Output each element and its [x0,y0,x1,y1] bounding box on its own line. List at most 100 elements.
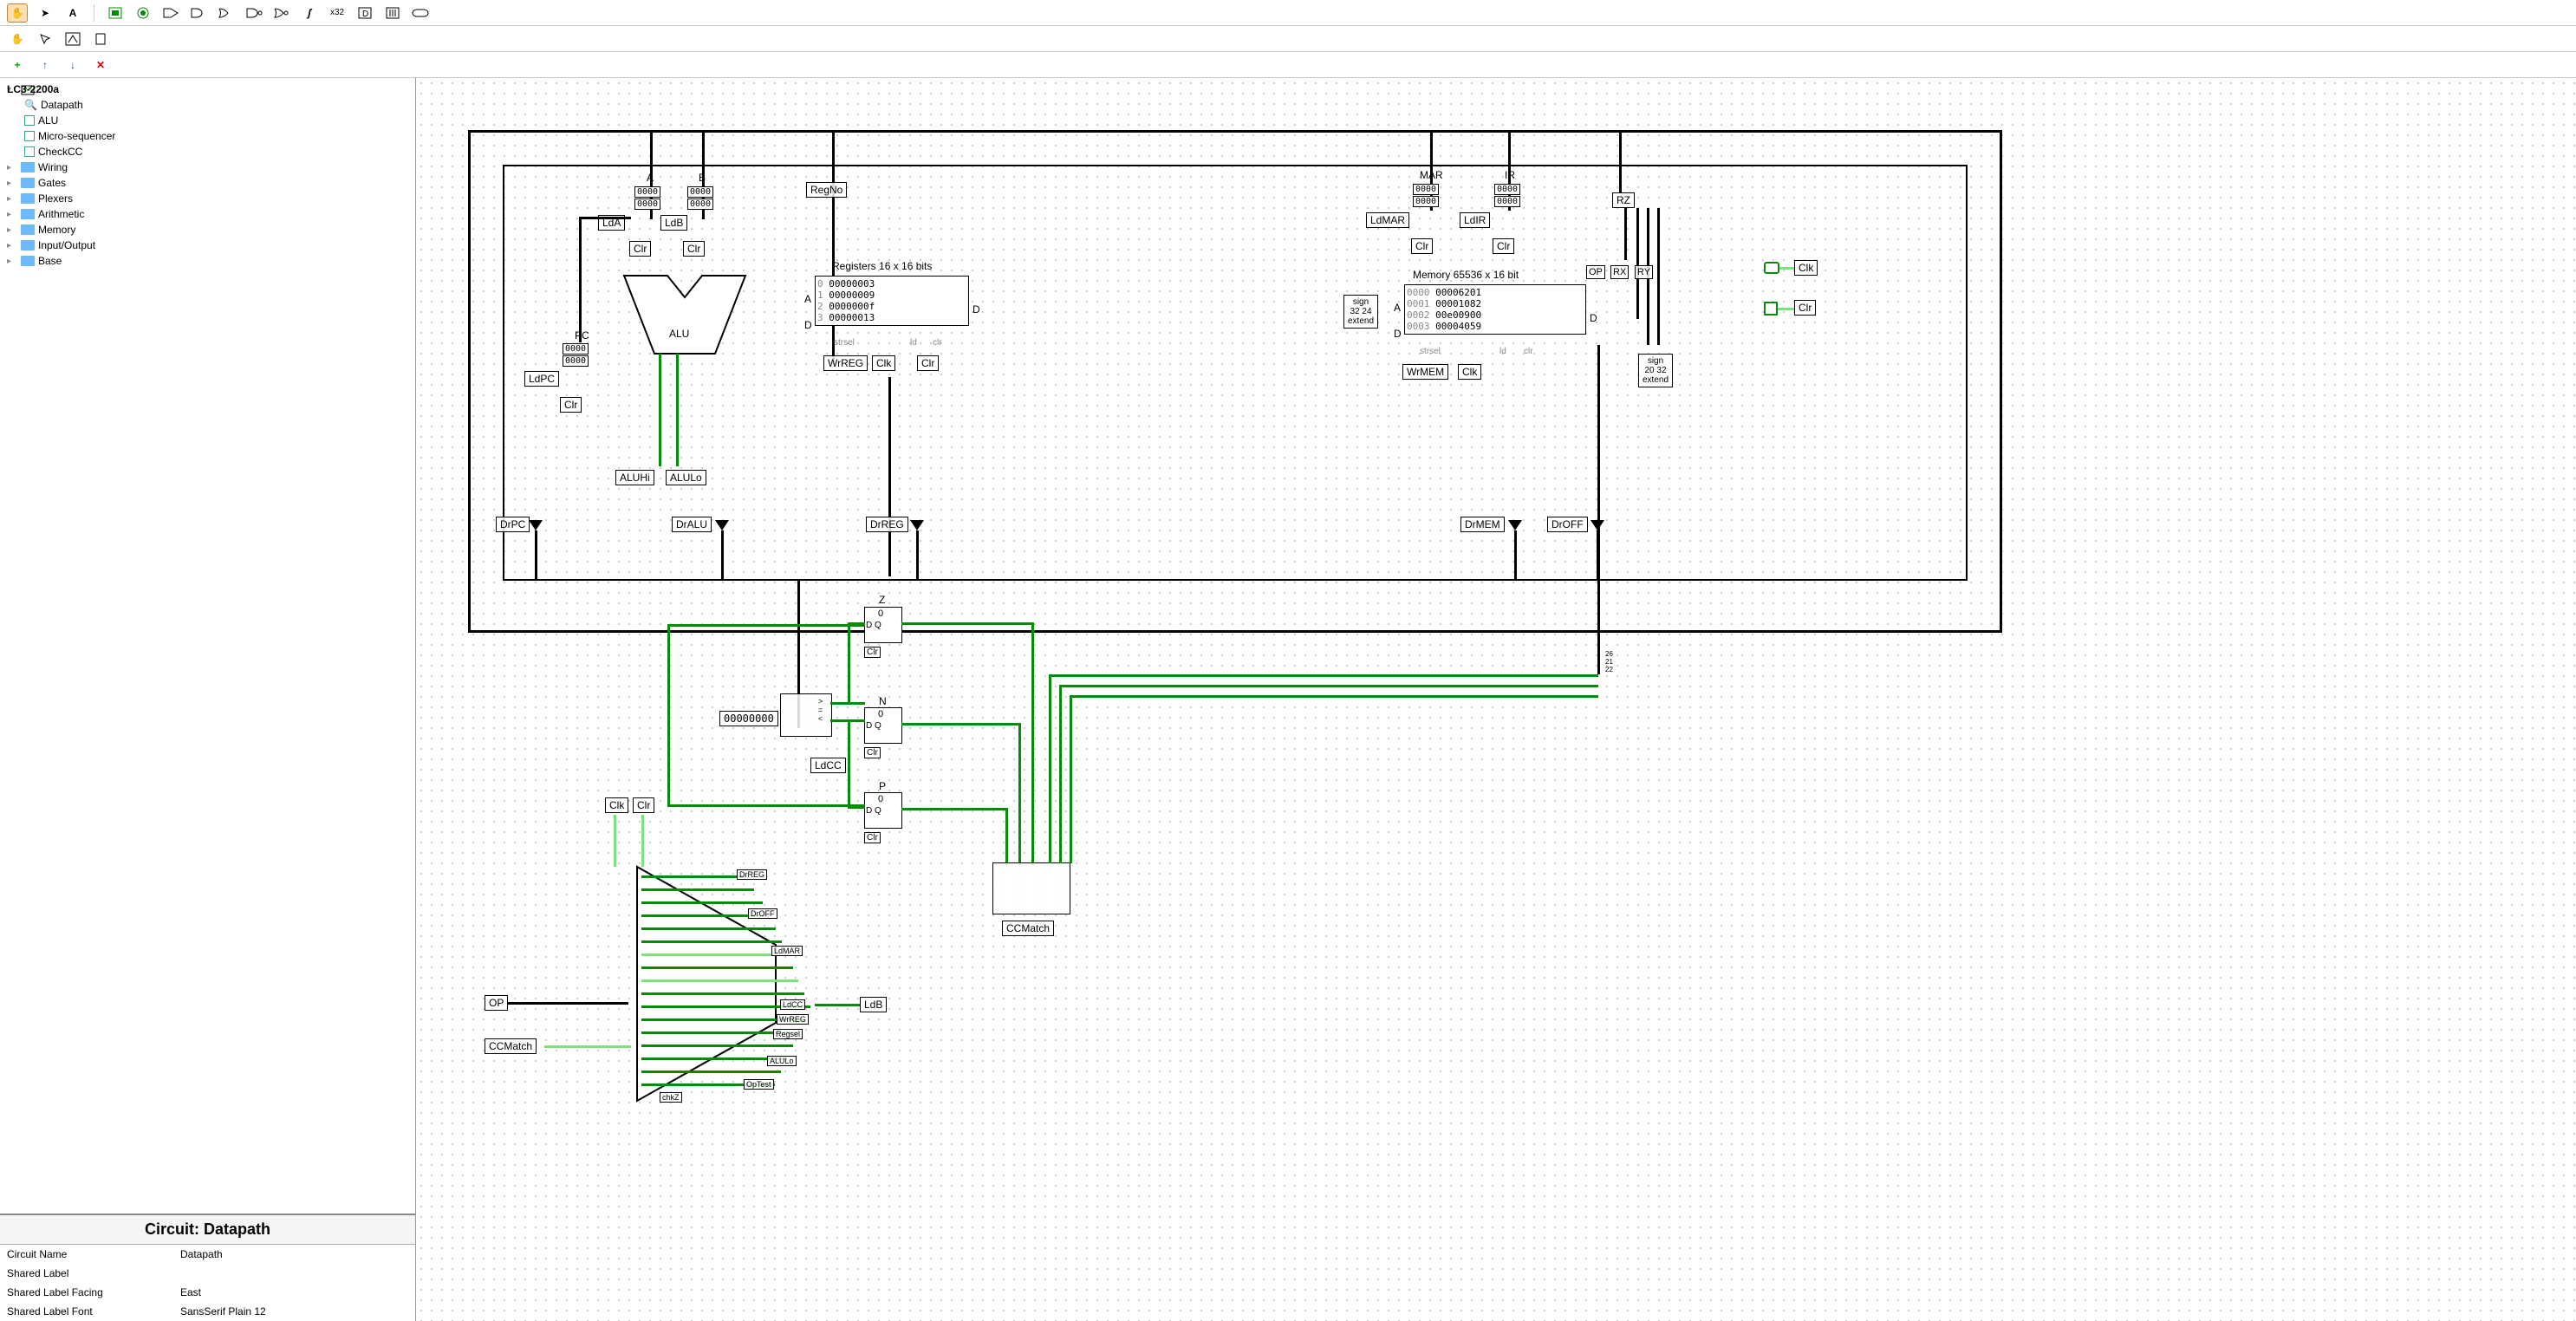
hand-icon2[interactable]: ✋ [7,29,28,49]
up-icon[interactable]: ↑ [35,55,55,75]
gate-icon-1[interactable] [160,3,181,23]
a-cursor-icon[interactable] [35,29,55,49]
lib-memory[interactable]: ▸Memory [7,222,408,238]
prop-value[interactable] [180,1267,408,1279]
g-fan [641,1057,787,1060]
project-node[interactable]: ▾ LC3-2200a [7,81,408,97]
svg-text:D: D [362,10,368,19]
num-box-icon[interactable] [382,3,403,23]
d-box-icon[interactable]: D [355,3,375,23]
pointer-tool[interactable]: ➤ [35,3,55,23]
hand-tool[interactable]: ✋ [7,3,28,23]
op-wire [507,1002,628,1005]
toolbar-edit: + ↑ ↓ ✕ [0,52,2576,78]
x32-icon[interactable]: x32 [327,3,348,23]
lib-arithmetic[interactable]: ▸Arithmetic [7,206,408,222]
label-CCMatch: CCMatch [1002,921,1054,936]
label-ld-reg: ld [910,338,917,348]
label-DrOFF: DrOFF [1547,517,1588,532]
lib-gates[interactable]: ▸Gates [7,175,408,191]
text-tool[interactable]: A [62,3,83,23]
ccmatch-block [992,862,1070,914]
label-ALU: ALU [669,328,689,340]
label-A-mem: A [1394,302,1401,314]
gate-icon-2[interactable] [188,3,209,23]
z-DQ: D Q [866,621,881,630]
circ-solid-icon[interactable] [133,3,153,23]
label-Clr-IR: Clr [1493,238,1514,254]
g-fan [641,940,782,943]
n-0: 0 [878,709,883,719]
memory-block: 0000 00006201 0001 00001082 0002 00e0090… [1404,284,1586,335]
gate-icon-4[interactable] [244,3,264,23]
tri-DrMEM [1508,520,1522,530]
label-Clk-pin: Clk [605,797,628,813]
sig-DrREG: DrREG [737,869,767,880]
subcircuit-datapath[interactable]: 🔍 Datapath [7,97,408,113]
label-ClkPin: Clk [1794,260,1818,276]
chip-icon [24,131,35,141]
label-Clr-reg: Clr [917,355,939,371]
cmp-value: 00000000 [719,711,778,726]
lib-label: Plexers [38,192,73,205]
wire-box-icon[interactable] [62,29,83,49]
app-root: ✋ ➤ A ʃ x32 D ✋ + ↑ ↓ ✕ ▾ [0,0,2576,1321]
main-split: ▾ LC3-2200a 🔍 Datapath ALU Micro-sequenc… [0,78,2576,1321]
clr-pin-wire [1778,308,1795,310]
g-wire [667,624,670,806]
project-tree: ▾ LC3-2200a 🔍 Datapath ALU Micro-sequenc… [0,78,415,1214]
gate-icon-5[interactable] [271,3,292,23]
subcircuit-microseq[interactable]: Micro-sequencer [7,128,408,144]
rect-solid-icon[interactable] [105,3,126,23]
sig-ALULo: ALULo [767,1056,797,1066]
label-N: N [879,695,887,707]
reg-A-val2: 0000 [634,198,660,210]
lib-base[interactable]: ▸Base [7,253,408,269]
prop-key: Shared Label [7,1267,180,1279]
down-icon[interactable]: ↓ [62,55,83,75]
tri-DrREG [910,520,924,530]
subcircuit-alu[interactable]: ALU [7,113,408,128]
pc-wire [579,217,582,342]
rounded-icon[interactable] [410,3,431,23]
properties-title: Circuit: Datapath [0,1215,415,1245]
lib-label: Input/Output [38,239,95,251]
g-wire [1059,685,1598,687]
clr-pin-icon[interactable] [1764,302,1778,316]
reg-IR2: 0000 [1494,196,1520,207]
prop-key: Circuit Name [7,1248,180,1260]
jk-icon[interactable]: ʃ [299,3,320,23]
g-fan [641,875,745,878]
delete-icon[interactable]: ✕ [90,55,111,75]
g-wire [848,622,850,705]
add-icon[interactable]: + [7,55,28,75]
g-fan [641,901,763,904]
lib-plexers[interactable]: ▸Plexers [7,191,408,206]
chip-icon [24,115,35,126]
gate-icon-3[interactable] [216,3,237,23]
label-CCMatch-pin: CCMatch [485,1038,537,1054]
lib-label: Wiring [38,161,68,173]
circuit-canvas[interactable]: A 0000 0000 LdA Clr B 0000 0000 LdB Clr … [416,78,2576,1321]
prop-value[interactable]: SansSerif Plain 12 [180,1305,408,1318]
g-wire [667,624,865,627]
d-small-icon[interactable] [90,29,111,49]
g-wire [1049,674,1598,677]
label-ld-mem: ld [1499,347,1506,356]
lib-io[interactable]: ▸Input/Output [7,238,408,253]
label-B: B [699,172,706,184]
folder-icon [21,225,35,235]
toolbar-main: ✋ ➤ A ʃ x32 D [0,0,2576,26]
lib-wiring[interactable]: ▸Wiring [7,159,408,175]
label-LdMAR: LdMAR [1366,212,1409,228]
subcircuit-checkcc[interactable]: CheckCC [7,144,408,159]
clk-pin-icon[interactable] [1764,262,1779,274]
inner-outline [503,165,1968,581]
g-fan [641,927,776,930]
alu-wire [659,354,661,466]
prop-value[interactable]: East [180,1286,408,1298]
cmp-block [780,693,832,737]
prop-value[interactable]: Datapath [180,1248,408,1260]
subcircuit-label: CheckCC [38,146,82,158]
drpc-wire [535,530,537,581]
